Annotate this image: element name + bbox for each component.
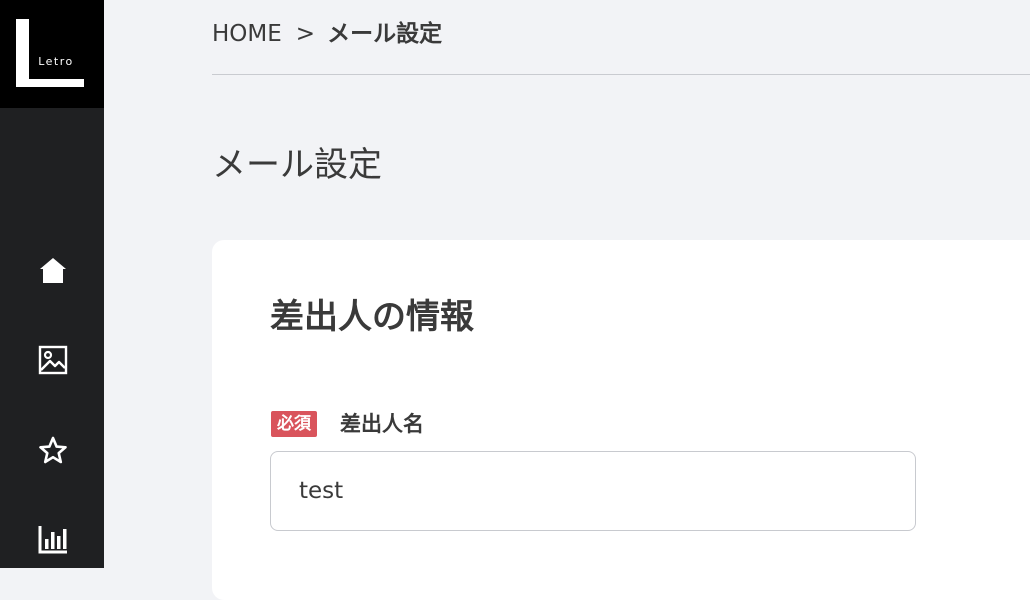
section-title: 差出人の情報 [270, 297, 474, 337]
sidebar-item-favorites[interactable] [36, 434, 70, 468]
required-badge: 必須 [271, 411, 317, 437]
image-icon [38, 345, 68, 375]
logo-text: Letro [38, 55, 74, 68]
bar-chart-icon [38, 526, 67, 554]
header-divider [212, 74, 1030, 75]
star-icon [39, 436, 67, 464]
app-logo[interactable]: Letro [0, 0, 104, 108]
breadcrumb: HOME > メール設定 [212, 18, 442, 50]
page-title: メール設定 [212, 145, 382, 185]
sender-name-input[interactable] [270, 451, 916, 531]
sidebar-item-images[interactable] [36, 343, 70, 377]
sidebar: Letro [0, 0, 104, 568]
home-icon [40, 258, 66, 283]
logo-mark: Letro [16, 19, 84, 87]
sidebar-item-analytics[interactable] [36, 522, 70, 556]
breadcrumb-home-link[interactable]: HOME [212, 21, 282, 47]
breadcrumb-separator: > [295, 21, 316, 47]
sender-name-label: 差出人名 [340, 412, 424, 436]
sidebar-item-home[interactable] [36, 254, 70, 288]
breadcrumb-current: メール設定 [327, 21, 443, 47]
sender-info-card: 差出人の情報 必須 差出人名 [212, 240, 1030, 600]
